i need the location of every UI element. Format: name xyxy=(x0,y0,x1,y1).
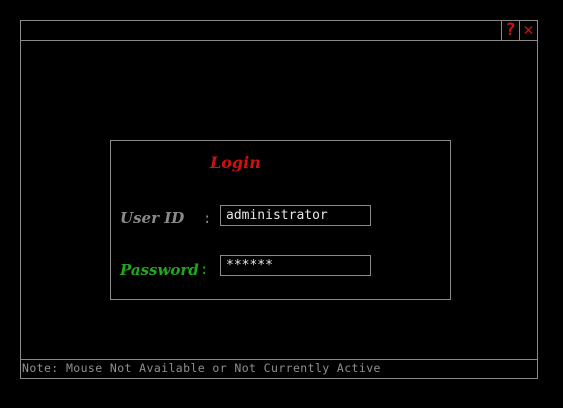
userid-separator: : xyxy=(203,211,212,227)
help-icon[interactable]: ? xyxy=(501,21,519,40)
userid-field[interactable]: administrator xyxy=(220,205,371,226)
status-note: Note: Mouse Not Available or Not Current… xyxy=(22,361,381,375)
login-dialog: Login User ID : administrator Password :… xyxy=(110,140,451,300)
login-title: Login xyxy=(210,153,261,172)
status-bar: Note: Mouse Not Available or Not Current… xyxy=(21,359,537,378)
password-label: Password xyxy=(120,261,199,279)
close-icon[interactable]: ✕ xyxy=(519,21,537,40)
title-bar: ? ✕ xyxy=(21,21,537,41)
password-field[interactable]: ****** xyxy=(220,255,371,276)
userid-label: User ID xyxy=(120,209,185,227)
password-separator: : xyxy=(200,262,209,278)
